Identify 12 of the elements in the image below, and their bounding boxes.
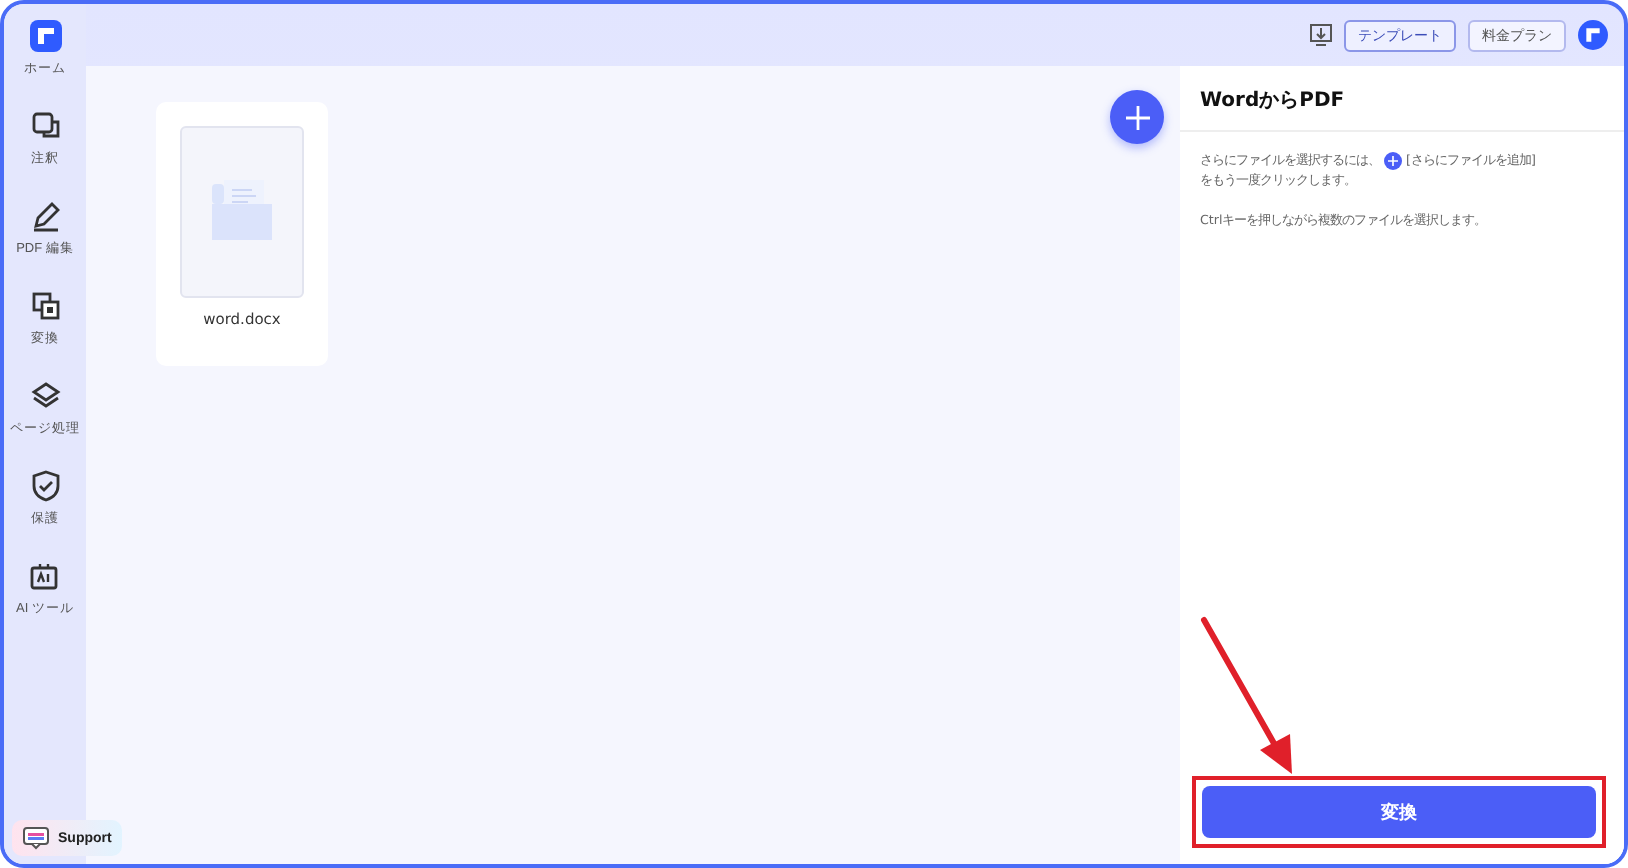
logo-icon (27, 18, 63, 54)
plus-icon (1384, 152, 1402, 170)
shield-icon (27, 468, 63, 504)
plus-icon (1125, 105, 1149, 129)
avatar-icon[interactable] (1578, 20, 1608, 50)
chat-icon (22, 826, 50, 850)
add-file-button[interactable] (1110, 90, 1164, 144)
download-icon[interactable] (1310, 24, 1332, 46)
convert-icon (27, 288, 63, 324)
convert-button[interactable]: 変換 (1202, 786, 1596, 838)
panel-title: WordからPDF (1180, 66, 1624, 132)
ai-icon (26, 558, 63, 594)
